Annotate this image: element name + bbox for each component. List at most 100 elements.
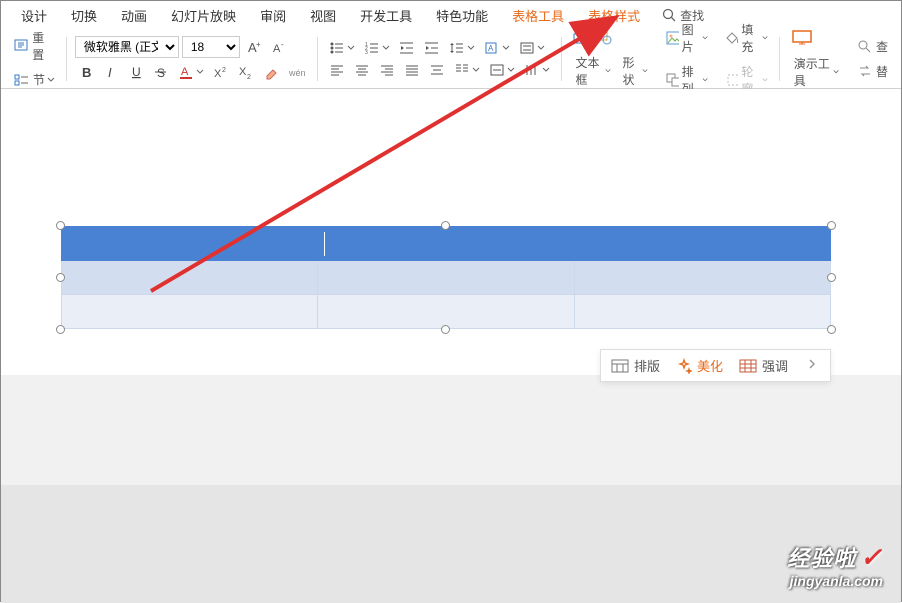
underline-button[interactable]: U [125, 62, 147, 82]
increase-indent-button[interactable] [421, 39, 443, 57]
bullets-button[interactable] [326, 39, 358, 57]
resize-handle[interactable] [827, 221, 836, 230]
table-row[interactable] [62, 261, 831, 295]
table-cell[interactable] [574, 227, 830, 261]
find-button[interactable]: 查 [854, 36, 891, 57]
ribbon-toolbar: 重置 节 微软雅黑 (正文) 18 A+ A- B I U S A X2 X2 … [1, 29, 901, 89]
shape-label-button[interactable]: 形状 [617, 52, 652, 90]
svg-text:A: A [181, 66, 189, 78]
align-left-button[interactable] [326, 61, 348, 79]
layout-icon [611, 359, 629, 373]
present-tools-label-button[interactable]: 演示工具 [788, 53, 842, 91]
table-cell[interactable] [318, 295, 574, 329]
table-row[interactable] [62, 295, 831, 329]
font-name-select[interactable]: 微软雅黑 (正文) [75, 36, 179, 58]
tab-developer[interactable]: 开发工具 [348, 0, 424, 31]
tab-review[interactable]: 审阅 [248, 0, 298, 31]
text-direction-button[interactable]: A [481, 39, 513, 57]
section-icon [14, 73, 30, 87]
decrease-indent-icon [399, 41, 415, 55]
resize-handle[interactable] [56, 325, 65, 334]
resize-handle[interactable] [441, 221, 450, 230]
more-button[interactable] [804, 358, 820, 373]
table-cell[interactable] [62, 227, 318, 261]
picture-label: 图片 [682, 21, 700, 55]
subscript-button[interactable]: X2 [235, 62, 257, 82]
vertical-align-icon [489, 63, 505, 77]
line-spacing-button[interactable] [446, 39, 478, 57]
svg-text:A: A [488, 44, 494, 53]
align-justify-button[interactable] [401, 61, 423, 79]
picture-button[interactable]: 图片 [663, 19, 711, 57]
tab-table-style[interactable]: 表格样式 [576, 0, 652, 31]
resize-handle[interactable] [441, 325, 450, 334]
clear-format-button[interactable] [260, 62, 282, 82]
table-cell[interactable] [318, 227, 574, 261]
align-justify-icon [404, 63, 420, 77]
table-cell[interactable] [574, 261, 830, 295]
section-button[interactable]: 节 [11, 69, 58, 90]
replace-button[interactable]: 替 [854, 61, 891, 82]
vertical-align-button[interactable] [486, 61, 518, 79]
chevron-down-icon [702, 76, 708, 84]
textbox-button[interactable]: A [569, 28, 591, 48]
selected-table[interactable] [61, 226, 831, 329]
outline-icon [726, 73, 738, 87]
align-center-button[interactable] [351, 61, 373, 79]
font-color-icon: A [178, 64, 194, 80]
tab-slideshow[interactable]: 幻灯片放映 [159, 0, 248, 31]
resize-handle[interactable] [827, 325, 836, 334]
textbox-label-button[interactable]: 文本框 [569, 52, 613, 90]
shape-label: 形状 [623, 54, 641, 88]
distribute-button[interactable] [426, 61, 448, 79]
chevron-right-icon [808, 358, 816, 370]
tab-table-tools[interactable]: 表格工具 [500, 0, 576, 31]
chevron-down-icon [642, 67, 648, 75]
present-tools-label: 演示工具 [794, 55, 831, 89]
decrease-font-button[interactable]: A- [268, 37, 290, 57]
decrease-indent-button[interactable] [396, 39, 418, 57]
increase-indent-icon [424, 41, 440, 55]
tab-special[interactable]: 特色功能 [424, 0, 500, 31]
resize-handle[interactable] [56, 273, 65, 282]
text-orientation-icon [524, 63, 540, 77]
emphasize-label: 强调 [762, 356, 788, 375]
beautify-button[interactable]: 美化 [676, 356, 723, 375]
line-spacing-icon [449, 41, 465, 55]
svg-text:A: A [273, 43, 281, 55]
strikethrough-button[interactable]: S [150, 62, 172, 82]
phonetic-button[interactable]: wén [285, 62, 309, 82]
watermark: 经验啦✓ jingyanla.com [787, 541, 883, 589]
table-cell[interactable] [318, 261, 574, 295]
text-orientation-button[interactable] [521, 61, 553, 79]
fill-button[interactable]: 填充 [723, 19, 771, 57]
tab-animation[interactable]: 动画 [109, 0, 159, 31]
table-row[interactable] [62, 227, 831, 261]
find-label: 查 [876, 38, 888, 55]
checkmark-icon: ✓ [860, 542, 883, 573]
numbering-button[interactable]: 123 [361, 39, 393, 57]
layout-button[interactable]: 排版 [611, 356, 660, 375]
reset-button[interactable]: 重置 [11, 27, 58, 65]
resize-handle[interactable] [827, 273, 836, 282]
superscript-button[interactable]: X2 [210, 62, 232, 82]
font-color-button[interactable]: A [175, 62, 207, 82]
table-cell[interactable] [62, 295, 318, 329]
present-tools-button[interactable] [788, 27, 816, 49]
tab-design[interactable]: 设计 [9, 0, 59, 31]
increase-font-button[interactable]: A+ [243, 37, 265, 57]
tab-transition[interactable]: 切换 [59, 0, 109, 31]
shape-button[interactable] [594, 28, 616, 48]
italic-button[interactable]: I [100, 62, 122, 82]
bold-button[interactable]: B [75, 62, 97, 82]
columns-button[interactable] [451, 61, 483, 79]
align-right-button[interactable] [376, 61, 398, 79]
tab-view[interactable]: 视图 [298, 0, 348, 31]
emphasize-button[interactable]: 强调 [739, 356, 788, 375]
align-text-button[interactable] [516, 39, 548, 57]
font-size-select[interactable]: 18 [182, 36, 240, 58]
resize-handle[interactable] [56, 221, 65, 230]
table-cell[interactable] [574, 295, 830, 329]
table[interactable] [61, 226, 831, 329]
table-cell[interactable] [62, 261, 318, 295]
